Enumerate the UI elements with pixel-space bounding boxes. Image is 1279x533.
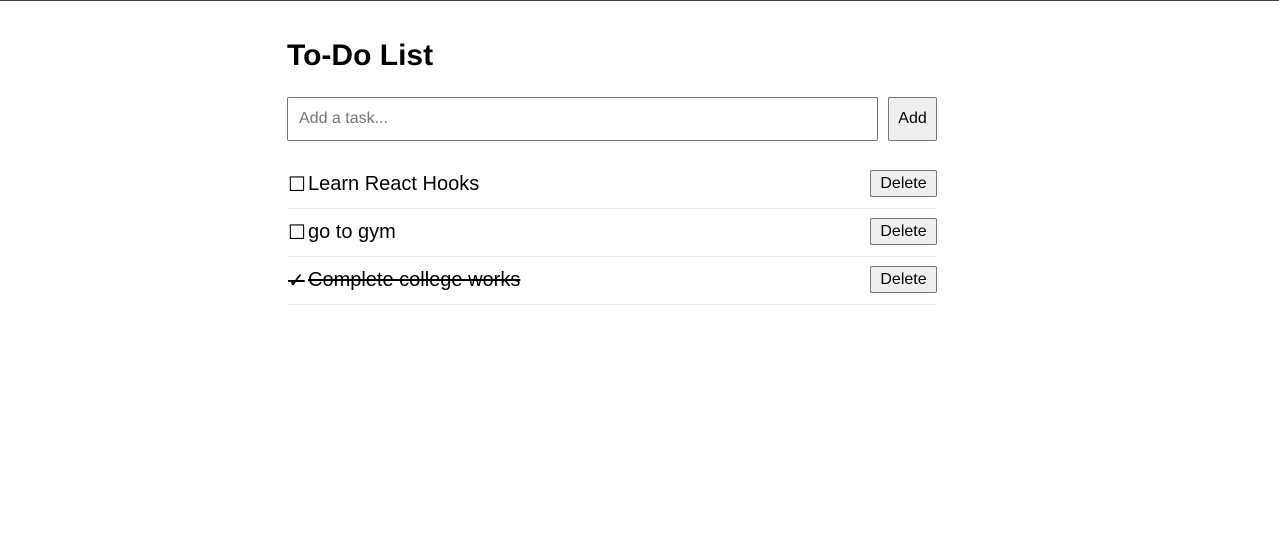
delete-button[interactable]: Delete	[870, 170, 937, 197]
add-button[interactable]: Add	[888, 97, 937, 141]
delete-button[interactable]: Delete	[870, 266, 937, 293]
page-title: To-Do List	[287, 39, 434, 72]
checkbox-unchecked-icon: ☐	[288, 222, 306, 244]
task-toggle[interactable]: ✓ Complete college works	[287, 268, 520, 293]
task-item: ☐ Learn React Hooks Delete	[287, 161, 937, 209]
task-label: Complete college works	[308, 269, 521, 291]
task-label: Learn React Hooks	[308, 173, 480, 195]
todo-app: To-Do List Add ☐ Learn React Hooks Delet…	[287, 34, 937, 305]
task-label: go to gym	[308, 221, 396, 243]
task-toggle[interactable]: ☐ Learn React Hooks	[287, 172, 479, 197]
task-item: ☐ go to gym Delete	[287, 209, 937, 257]
window-top-border	[0, 0, 1279, 1]
task-item: ✓ Complete college works Delete	[287, 257, 937, 305]
checkmark-icon: ✓	[288, 270, 305, 292]
task-toggle[interactable]: ☐ go to gym	[287, 220, 396, 245]
task-list: ☐ Learn React Hooks Delete ☐ go to gym D…	[287, 161, 937, 305]
add-task-row: Add	[287, 97, 937, 141]
delete-button[interactable]: Delete	[870, 218, 937, 245]
checkbox-unchecked-icon: ☐	[288, 174, 306, 196]
task-input[interactable]	[287, 97, 878, 141]
